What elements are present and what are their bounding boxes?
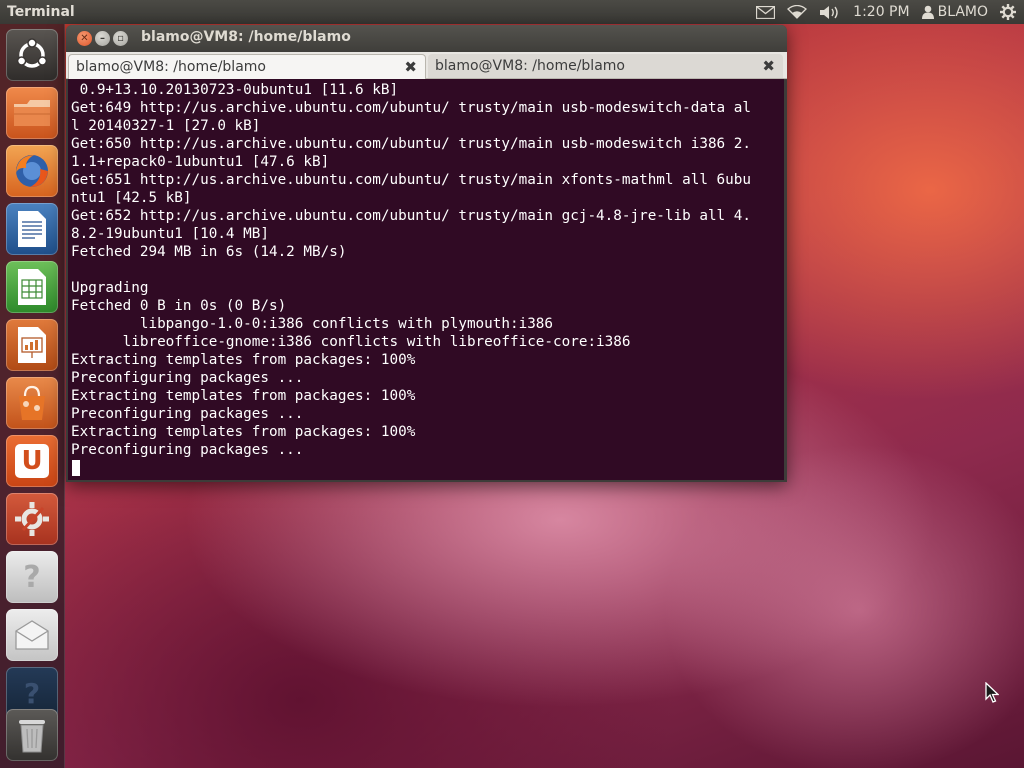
volume-icon[interactable] [819,5,841,20]
software-center-icon [19,385,45,420]
tab-bar: blamo@VM8: /home/blamo ✖ blamo@VM8: /hom… [66,52,787,79]
active-app-name: Terminal [7,4,75,20]
mouse-pointer-icon [985,682,999,703]
terminal-window: ✕ – ▫ blamo@VM8: /home/blamo blamo@VM8: … [66,25,787,482]
calc-icon [18,269,46,305]
mail-button[interactable] [6,609,58,661]
trash-icon [19,720,45,753]
mail-indicator-icon[interactable] [756,5,776,19]
terminal-tab-1[interactable]: blamo@VM8: /home/blamo ✖ [68,54,426,79]
tab-label: blamo@VM8: /home/blamo [435,58,625,74]
folder-icon [14,100,50,126]
writer-icon [18,211,46,247]
help-icon: ? [23,559,41,595]
dash-home-button[interactable] [6,29,58,81]
session-gear-icon[interactable] [1000,4,1016,20]
unity-launcher: U ? ? [0,24,65,768]
mail-icon [15,620,49,650]
window-titlebar[interactable]: ✕ – ▫ blamo@VM8: /home/blamo [66,25,787,52]
tab-label: blamo@VM8: /home/blamo [76,59,266,75]
terminal-output: 0.9+13.10.20130723-0ubuntu1 [11.6 kB] Ge… [71,82,751,458]
home-folder-button[interactable] [6,87,58,139]
ubuntu-one-button[interactable]: U [6,435,58,487]
settings-icon [15,502,49,536]
system-settings-button[interactable] [6,493,58,545]
indicator-area: 1:20 PM BLAMO [756,0,1024,24]
network-wifi-icon[interactable] [787,5,808,19]
maximize-window-button[interactable]: ▫ [113,31,128,46]
text-cursor [72,460,80,476]
help-button[interactable]: ? [6,551,58,603]
terminal-tab-2[interactable]: blamo@VM8: /home/blamo ✖ [428,54,783,78]
ubuntu-one-icon: U [15,444,49,478]
clock[interactable]: 1:20 PM [853,4,909,20]
user-icon [921,5,934,19]
software-center-button[interactable] [6,377,58,429]
user-name: BLAMO [937,4,988,20]
impress-button[interactable] [6,319,58,371]
tab-close-icon[interactable]: ✖ [404,58,417,76]
close-window-button[interactable]: ✕ [77,31,92,46]
ubuntu-logo-icon [16,38,48,68]
firefox-button[interactable] [6,145,58,197]
minimize-window-button[interactable]: – [95,31,110,46]
workspace-icon: ? [23,676,41,710]
trash-button[interactable] [6,709,58,761]
top-panel: Terminal 1:20 PM BLAMO [0,0,1024,24]
calc-button[interactable] [6,261,58,313]
writer-button[interactable] [6,203,58,255]
firefox-icon [16,155,48,187]
terminal-screen[interactable]: 0.9+13.10.20130723-0ubuntu1 [11.6 kB] Ge… [68,79,784,480]
impress-icon [18,327,46,363]
window-title: blamo@VM8: /home/blamo [141,29,351,45]
user-menu[interactable]: BLAMO [921,4,988,20]
tab-close-icon[interactable]: ✖ [762,57,775,75]
